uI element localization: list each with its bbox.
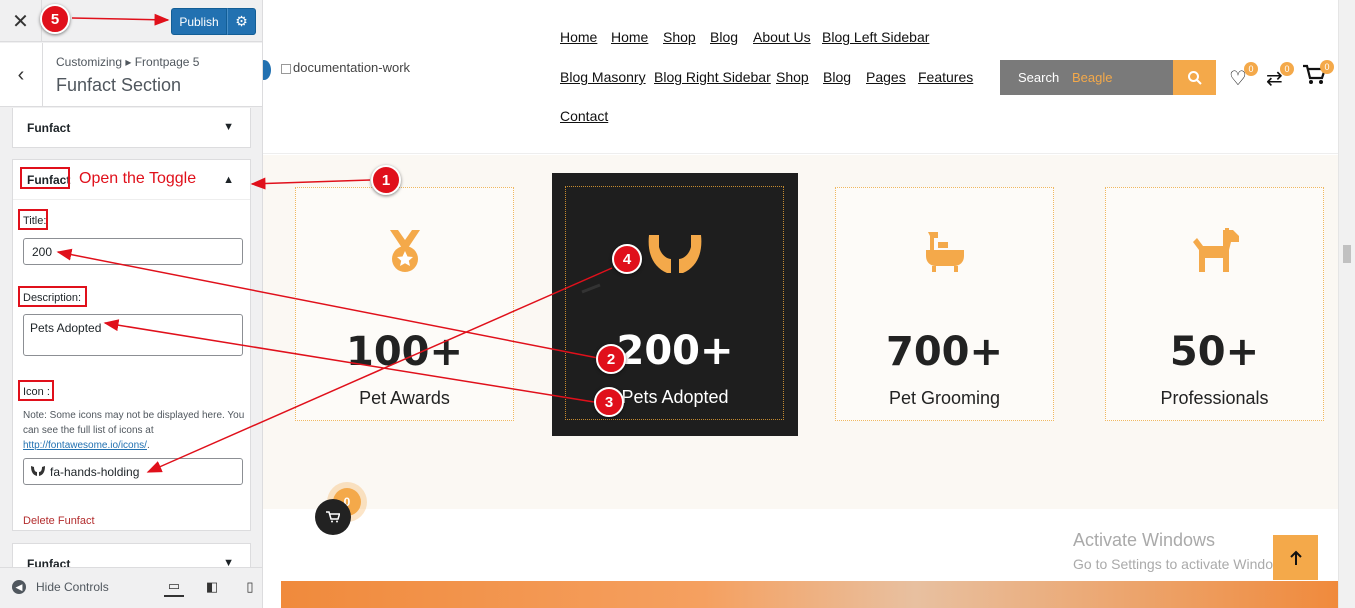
- site-header: documentation-work Home Home Shop Blog A…: [263, 0, 1355, 154]
- annotation-box-description: [18, 286, 87, 307]
- delete-funfact-link[interactable]: Delete Funfact: [23, 515, 95, 527]
- nav-pages[interactable]: Pages: [866, 69, 906, 85]
- mobile-preview-icon[interactable]: ▯: [240, 577, 260, 597]
- funfact-number: 100+: [345, 329, 463, 375]
- funfact-label: Professionals: [1160, 388, 1269, 408]
- icon-note-suffix: .: [146, 440, 150, 451]
- title-input[interactable]: 200: [23, 238, 243, 265]
- annotation-step-4: 4: [612, 244, 642, 274]
- open-toggle-annotation: Open the Toggle: [79, 170, 197, 187]
- site-preview: documentation-work Home Home Shop Blog A…: [263, 0, 1355, 608]
- floating-cart-button[interactable]: [315, 499, 351, 535]
- icon-note-text: Note: Some icons may not be displayed he…: [23, 410, 245, 436]
- arrow-up-icon: [1289, 550, 1302, 565]
- annotation-step-2: 2: [596, 344, 626, 374]
- wishlist-count-badge: 0: [1244, 62, 1258, 76]
- caret-down-icon: ▼: [223, 121, 234, 133]
- annotation-box-icon: [18, 380, 54, 401]
- funfact-section: 100+ Pet Awards 200+ Pets Adopted 700+ P…: [263, 155, 1338, 509]
- logo-alt-text: documentation-work: [293, 60, 411, 75]
- compare-count-badge: 0: [1280, 62, 1294, 76]
- broken-image-icon: [281, 63, 291, 74]
- nav-blog-right-sidebar[interactable]: Blog Right Sidebar: [654, 69, 771, 85]
- search-button[interactable]: [1173, 60, 1216, 95]
- nav-blog-masonry[interactable]: Blog Masonry: [560, 69, 646, 85]
- funfact-card: 100+ Pet Awards: [295, 187, 514, 421]
- activate-windows-title: Activate Windows: [1073, 530, 1216, 550]
- search-input[interactable]: Search Beagle: [1000, 60, 1173, 95]
- scroll-to-top-button[interactable]: [1273, 535, 1318, 580]
- funfact-panel-collapsed[interactable]: Funfact ▼: [12, 108, 251, 148]
- nav-home-1[interactable]: Home: [560, 29, 597, 45]
- funfact-number: 200+: [616, 328, 734, 374]
- card-inner-border: [565, 186, 784, 420]
- funfact-label: Pet Grooming: [888, 388, 1001, 408]
- customizer-footer: ◀ Hide Controls ▭ ◧ ▯: [0, 567, 262, 608]
- panel-label: Funfact: [27, 121, 71, 135]
- scrollbar-thumb[interactable]: [1343, 245, 1351, 263]
- annotation-step-3: 3: [594, 387, 624, 417]
- dog-icon: [1106, 226, 1323, 282]
- tablet-preview-icon[interactable]: ◧: [202, 577, 222, 597]
- breadcrumb: Customizing ▸ Frontpage 5: [56, 55, 200, 69]
- annotation-box-title: [18, 209, 48, 230]
- funfact-card: 50+ Professionals: [1105, 187, 1324, 421]
- cart-count-badge: 0: [1320, 60, 1334, 74]
- funfact-card: 700+ Pet Grooming: [835, 187, 1054, 421]
- annotation-step-1: 1: [371, 165, 401, 195]
- icon-input-value: fa-hands-holding: [50, 465, 140, 479]
- funfact-card-active: 200+ Pets Adopted: [552, 173, 798, 436]
- annotation-box-funfact: [20, 167, 70, 189]
- back-button[interactable]: ‹: [0, 43, 43, 107]
- hero-image-strip: [281, 581, 1338, 608]
- section-header: ‹ Customizing ▸ Frontpage 5 Funfact Sect…: [0, 43, 262, 107]
- nav-shop-2[interactable]: Shop: [776, 69, 809, 85]
- bath-icon: [836, 226, 1053, 282]
- fontawesome-link[interactable]: http://fontawesome.io/icons/: [23, 440, 147, 451]
- nav-blog-left-sidebar[interactable]: Blog Left Sidebar: [822, 29, 929, 45]
- nav-blog-1[interactable]: Blog: [710, 29, 738, 45]
- funfact-number: 700+: [885, 329, 1003, 375]
- icon-input[interactable]: fa-hands-holding: [23, 458, 243, 485]
- caret-up-icon: ▲: [223, 174, 234, 186]
- collapse-arrow-icon[interactable]: ◀: [12, 580, 26, 594]
- panel-toggle[interactable]: Funfact ▼: [13, 108, 250, 146]
- search-label: Search: [1018, 70, 1060, 85]
- nav-about-us[interactable]: About Us: [753, 29, 811, 45]
- preview-scrollbar[interactable]: [1338, 0, 1355, 608]
- funfact-number: 50+: [1169, 329, 1260, 375]
- medal-icon: [296, 226, 513, 282]
- search-icon: [1187, 70, 1202, 85]
- close-customizer-button[interactable]: ✕: [0, 0, 42, 42]
- nav-contact[interactable]: Contact: [560, 108, 608, 124]
- desktop-preview-icon[interactable]: ▭: [164, 577, 184, 597]
- activate-windows-subtitle: Go to Settings to activate Windows.: [1073, 556, 1294, 572]
- nav-features[interactable]: Features: [918, 69, 973, 85]
- section-title: Funfact Section: [56, 75, 182, 95]
- nav-home-2[interactable]: Home: [611, 29, 648, 45]
- publish-button[interactable]: Publish: [171, 8, 227, 35]
- description-textarea[interactable]: Pets Adopted: [23, 314, 243, 356]
- cart-icon: [326, 511, 340, 523]
- hands-holding-icon: [552, 233, 798, 289]
- nav-shop-1[interactable]: Shop: [663, 29, 696, 45]
- funfact-label: Pet Awards: [359, 388, 450, 408]
- edit-shortcut-icon[interactable]: [263, 60, 271, 80]
- funfact-label: Pets Adopted: [621, 387, 729, 407]
- site-logo[interactable]: documentation-work: [281, 60, 410, 75]
- nav-blog-2[interactable]: Blog: [823, 69, 851, 85]
- search-value: Beagle: [1072, 70, 1113, 85]
- hands-holding-icon: [30, 464, 46, 481]
- annotation-step-5: 5: [40, 4, 70, 34]
- icon-note: Note: Some icons may not be displayed he…: [23, 408, 245, 453]
- hide-controls-button[interactable]: Hide Controls: [36, 580, 109, 594]
- publish-settings-gear-icon[interactable]: ⚙: [227, 8, 256, 35]
